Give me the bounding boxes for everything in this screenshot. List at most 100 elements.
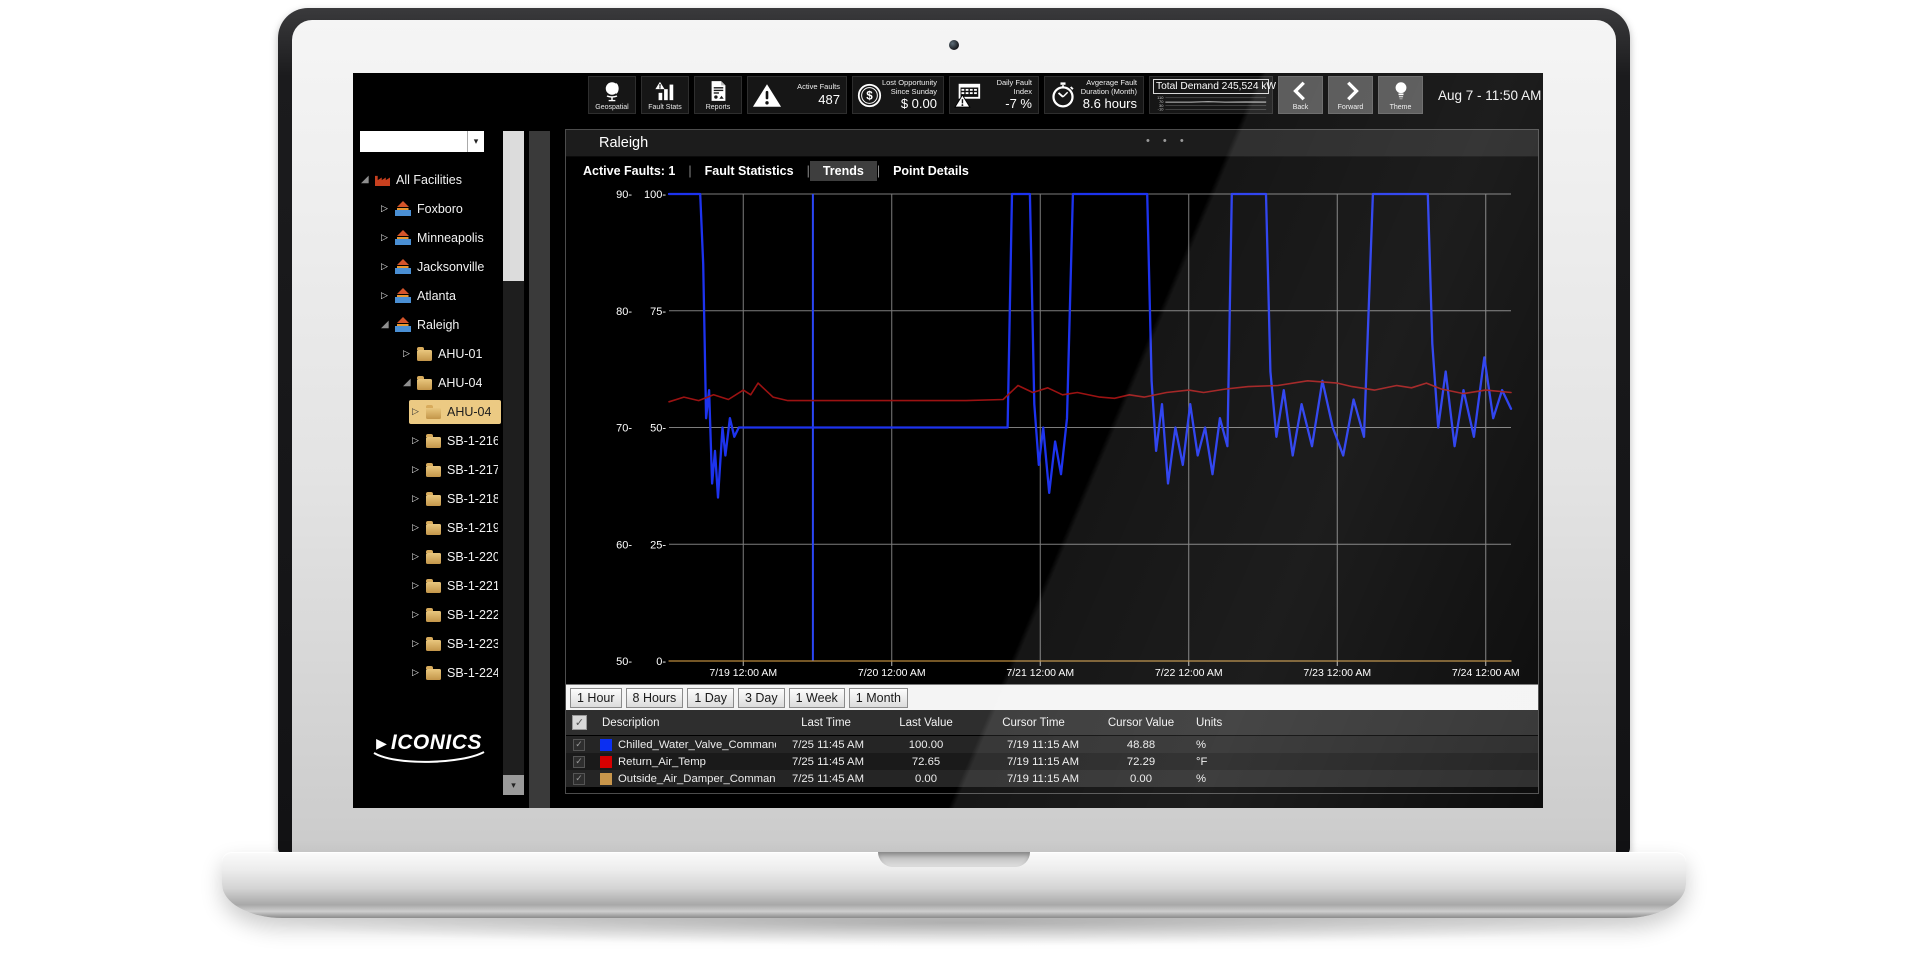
- tree-item-sb-1-217[interactable]: ▷ SB-1-217: [353, 455, 501, 484]
- tree-item-sb-1-223[interactable]: ▷ SB-1-223: [353, 629, 501, 658]
- row-checkbox[interactable]: ✓: [573, 756, 585, 768]
- range-1-week-button[interactable]: 1 Week: [789, 688, 845, 708]
- expander-icon[interactable]: ▷: [412, 667, 426, 678]
- geospatial-button[interactable]: Geospatial: [588, 76, 636, 114]
- fault-stats-button[interactable]: Fault Stats: [641, 76, 689, 114]
- search-input[interactable]: [360, 131, 467, 152]
- toolbar-button-label: Geospatial: [595, 104, 628, 111]
- fault-stats-icon: [654, 80, 676, 102]
- column-header[interactable]: Last Time: [776, 717, 876, 729]
- expander-icon[interactable]: ▷: [412, 464, 426, 475]
- expander-icon[interactable]: ▷: [381, 203, 395, 214]
- forward-button[interactable]: Forward: [1328, 76, 1373, 114]
- expander-icon[interactable]: ▷: [381, 232, 395, 243]
- stopwatch-icon: [1049, 81, 1077, 109]
- lost-opportunity-tile[interactable]: $ Lost Opportunity Since Sunday $ 0.00: [852, 76, 944, 114]
- total-demand-title: Total Demand 245,524 kW: [1153, 79, 1269, 94]
- expander-icon[interactable]: ▷: [412, 406, 426, 417]
- table-row[interactable]: ✓ Outside_Air_Damper_Command 7/25 11:45 …: [566, 770, 1538, 787]
- scrollbar-down-icon[interactable]: ▾: [503, 775, 524, 795]
- avg-fault-duration-tile[interactable]: Avgerage Fault Duration (Month) 8.6 hour…: [1044, 76, 1144, 114]
- expander-icon[interactable]: ◢: [403, 377, 417, 388]
- tree-item-ahu-04[interactable]: ◢ AHU-04: [353, 368, 501, 397]
- tree-item-sb-1-218[interactable]: ▷ SB-1-218: [353, 484, 501, 513]
- expander-icon[interactable]: ▷: [412, 551, 426, 562]
- tree-item-foxboro[interactable]: ▷ Foxboro: [353, 194, 501, 223]
- column-header[interactable]: Last Value: [876, 717, 976, 729]
- tab-trends[interactable]: Trends: [810, 161, 877, 181]
- range-3-day-button[interactable]: 3 Day: [738, 688, 785, 708]
- trend-chart[interactable]: 90-100-80-75-70-50-60-25-50-0-7/19 12:00…: [566, 184, 1538, 684]
- tree-item-sb-1-224[interactable]: ▷ SB-1-224: [353, 658, 501, 687]
- tab-point-details[interactable]: Point Details: [880, 161, 982, 181]
- tree-item-ahu-01[interactable]: ▷ AHU-01: [353, 339, 501, 368]
- tree-item-jacksonville[interactable]: ▷ Jacksonville: [353, 252, 501, 281]
- tree-item-raleigh[interactable]: ◢ Raleigh: [353, 310, 501, 339]
- expander-icon[interactable]: ▷: [412, 609, 426, 620]
- row-checkbox[interactable]: ✓: [573, 773, 585, 785]
- sidebar-scrollbar[interactable]: ▾: [503, 131, 524, 795]
- table-row[interactable]: ✓ Chilled_Water_Valve_Command 7/25 11:45…: [566, 736, 1538, 753]
- overflow-dots-icon[interactable]: • • •: [1146, 135, 1189, 147]
- folder-icon: [426, 582, 441, 593]
- expander-icon[interactable]: ▷: [412, 580, 426, 591]
- check-icon: ✓: [575, 756, 583, 767]
- select-all-checkbox[interactable]: ✓: [572, 715, 587, 730]
- column-header[interactable]: Description: [596, 717, 776, 729]
- expander-icon[interactable]: ▷: [381, 290, 395, 301]
- tab-bar: Active Faults: 1 | Fault Statistics | Tr…: [566, 157, 1538, 184]
- back-button[interactable]: Back: [1278, 76, 1323, 114]
- row-checkbox[interactable]: ✓: [573, 739, 585, 751]
- expander-icon[interactable]: ◢: [381, 319, 395, 330]
- range-1-day-button[interactable]: 1 Day: [687, 688, 734, 708]
- city-icon: [395, 259, 411, 274]
- range-1-hour-button[interactable]: 1 Hour: [570, 688, 622, 708]
- tree-item-sb-1-216[interactable]: ▷ SB-1-216: [353, 426, 501, 455]
- tree-item-ahu-04-selected[interactable]: ▷ AHU-04: [353, 397, 501, 426]
- tree-item-sb-1-220[interactable]: ▷ SB-1-220: [353, 542, 501, 571]
- svg-text:25-: 25-: [650, 539, 666, 551]
- range-1-month-button[interactable]: 1 Month: [849, 688, 908, 708]
- tree-item-label: SB-1-219: [447, 521, 498, 535]
- tree-item-all-facilities[interactable]: ◢ All Facilities: [353, 165, 501, 194]
- tree-item-minneapolis[interactable]: ▷ Minneapolis: [353, 223, 501, 252]
- range-8-hours-button[interactable]: 8 Hours: [626, 688, 684, 708]
- svg-text:90-: 90-: [616, 189, 632, 201]
- daily-fault-index-tile[interactable]: Daily Fault Index -7 %: [949, 76, 1039, 114]
- stat-label: Duration (Month): [1081, 87, 1137, 96]
- column-header[interactable]: Cursor Time: [976, 717, 1091, 729]
- tree-item-sb-1-221[interactable]: ▷ SB-1-221: [353, 571, 501, 600]
- tree-item-sb-1-222[interactable]: ▷ SB-1-222: [353, 600, 501, 629]
- svg-text:50-: 50-: [616, 656, 632, 668]
- theme-button[interactable]: Theme: [1378, 76, 1423, 114]
- expander-icon[interactable]: ◢: [361, 174, 375, 185]
- expander-icon[interactable]: ▷: [412, 522, 426, 533]
- tree-item-label: SB-1-218: [447, 492, 498, 506]
- expander-icon[interactable]: ▷: [381, 261, 395, 272]
- panel-splitter[interactable]: [529, 131, 550, 808]
- tree-item-atlanta[interactable]: ▷ Atlanta: [353, 281, 501, 310]
- expander-icon[interactable]: ▷: [412, 435, 426, 446]
- expander-icon[interactable]: ▷: [403, 348, 417, 359]
- page-title: Raleigh: [599, 135, 648, 151]
- check-icon: ✓: [575, 716, 584, 729]
- active-faults-tile[interactable]: Active Faults 487: [747, 76, 847, 114]
- total-demand-tile[interactable]: Total Demand 245,524 kW 1107030-10: [1149, 76, 1273, 114]
- tab-active-faults[interactable]: Active Faults: 1: [570, 161, 688, 181]
- app-screen: Geospatial Fault Stats: [353, 73, 1543, 808]
- table-row[interactable]: ✓ Return_Air_Temp 7/25 11:45 AM 72.65 7/…: [566, 753, 1538, 770]
- dropdown-arrow-icon[interactable]: ▾: [467, 131, 484, 152]
- reports-button[interactable]: Reports: [694, 76, 742, 114]
- column-header[interactable]: Cursor Value: [1091, 717, 1191, 729]
- column-header[interactable]: Units: [1191, 717, 1538, 729]
- stat-value: -7 %: [997, 97, 1032, 112]
- tab-fault-statistics[interactable]: Fault Statistics: [692, 161, 807, 181]
- tree-item-label: AHU-04: [438, 376, 482, 390]
- city-icon: [395, 288, 411, 303]
- tree-item-label: All Facilities: [396, 173, 462, 187]
- scrollbar-thumb[interactable]: [503, 131, 524, 281]
- tree-item-sb-1-219[interactable]: ▷ SB-1-219: [353, 513, 501, 542]
- expander-icon[interactable]: ▷: [412, 638, 426, 649]
- svg-text:0-: 0-: [656, 656, 666, 668]
- expander-icon[interactable]: ▷: [412, 493, 426, 504]
